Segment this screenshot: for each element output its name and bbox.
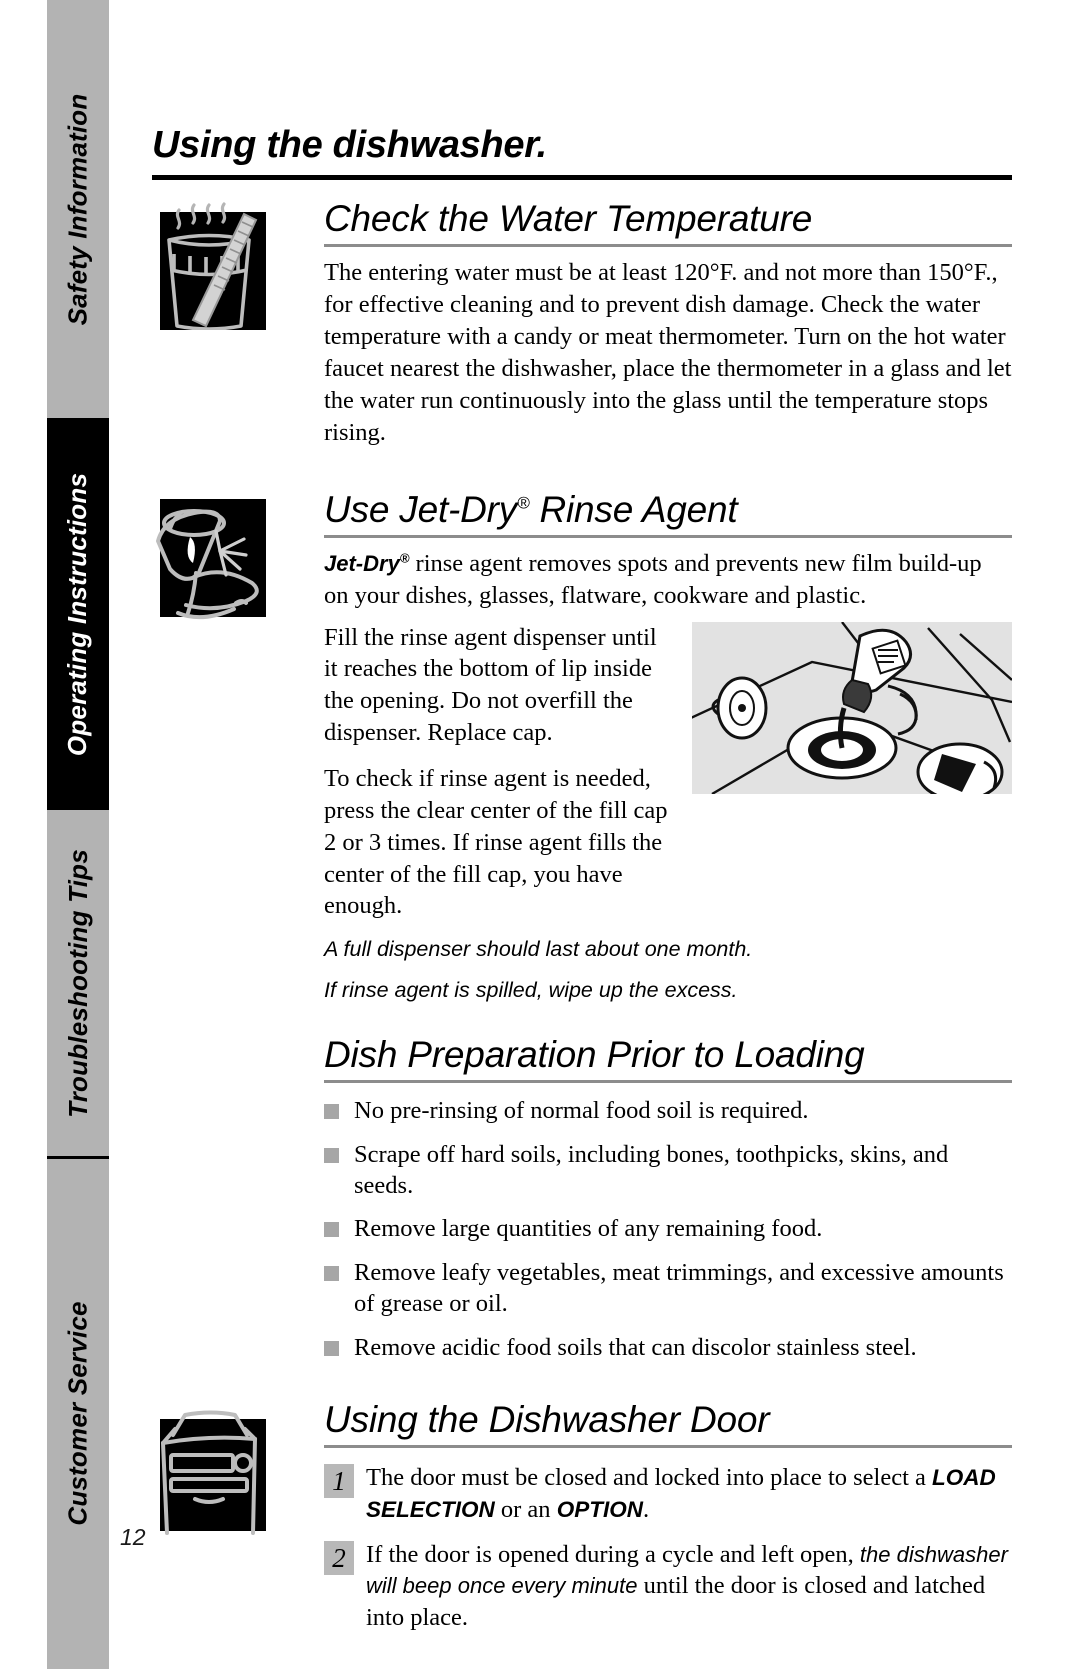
- sidebar-item-label: Operating Instructions: [62, 472, 93, 756]
- section-heading-block: Using the Dishwasher Door: [324, 1398, 1012, 1449]
- paragraph: The entering water must be at least 120°…: [324, 259, 1012, 446]
- list-item: Scrape off hard soils, including bones, …: [324, 1139, 1012, 1202]
- section-body: Jet-Dry® rinse agent removes spots and p…: [324, 548, 1012, 1004]
- note: A full dispenser should last about one m…: [324, 937, 753, 962]
- page-title: Using the dishwasher.: [152, 124, 547, 166]
- list-item: Remove leafy vegetables, meat trimmings,…: [324, 1257, 1012, 1320]
- step-number: 1: [324, 1464, 354, 1499]
- section-body: No pre-rinsing of normal food soil is re…: [324, 1095, 1012, 1363]
- section-check-water-temperature: Check the Water Temperature The entering…: [152, 198, 1012, 449]
- section-rule: [324, 244, 1012, 248]
- section-body: 1 The door must be closed and locked into…: [324, 1462, 1012, 1633]
- note: If rinse agent is spilled, wipe up the e…: [324, 978, 738, 1003]
- sidebar-divider: [47, 1156, 109, 1159]
- section-heading-pre: Use Jet-Dry: [324, 488, 518, 530]
- step-text-part: .: [642, 1495, 650, 1523]
- paragraph: To check if rinse agent is needed, press…: [324, 765, 668, 920]
- title-rule: [152, 175, 1012, 180]
- section-rule: [324, 1080, 1012, 1084]
- sidebar-item-safety-information[interactable]: Safety Information: [47, 0, 109, 418]
- sparkling-glass-icon: [152, 485, 266, 619]
- section-body: The entering water must be at least 120°…: [324, 257, 1012, 448]
- page-number: 12: [120, 1524, 146, 1550]
- page-content: Using the dishwasher. Check the Water Te…: [152, 0, 1012, 1633]
- paragraph-intro-text: rinse agent removes spots and prevents n…: [324, 549, 982, 609]
- section-use-jet-dry-rinse-agent: Use Jet-Dry® Rinse Agent Jet-Dry® rinse …: [152, 489, 1012, 1004]
- registered-mark-icon: ®: [517, 493, 530, 513]
- sidebar-item-troubleshooting-tips[interactable]: Troubleshooting Tips: [47, 810, 109, 1156]
- rinse-agent-dispenser-photo: [692, 621, 1012, 794]
- bullet-square-icon: [324, 1265, 339, 1281]
- section-heading: Dish Preparation Prior to Loading: [324, 1033, 865, 1075]
- bullet-square-icon: [324, 1104, 339, 1120]
- section-heading-block: Dish Preparation Prior to Loading: [324, 1033, 1012, 1084]
- dishwasher-door-icon: [152, 1399, 266, 1535]
- section-heading-block: Use Jet-Dry® Rinse Agent: [324, 489, 1012, 538]
- step-text-part: or an: [494, 1495, 557, 1523]
- section-rule: [324, 1445, 1012, 1449]
- step-emphasis: OPTION: [556, 1496, 643, 1522]
- list-item: Remove acidic food soils that can discol…: [324, 1332, 1012, 1363]
- sidebar-item-label: Safety Information: [62, 93, 93, 325]
- step-number: 2: [324, 1541, 354, 1576]
- bullet-square-icon: [324, 1147, 339, 1163]
- manual-page: Safety Information Operating Instruction…: [0, 0, 1080, 1669]
- paragraph-intro: Jet-Dry® rinse agent removes spots and p…: [324, 548, 1012, 612]
- dishwasher-door-steps: 1 The door must be closed and locked into…: [324, 1462, 1012, 1633]
- section-heading-block: Check the Water Temperature: [324, 198, 1012, 248]
- section-dish-preparation: Dish Preparation Prior to Loading No pre…: [152, 1034, 1012, 1363]
- bullet-square-icon: [324, 1222, 339, 1238]
- section-using-dishwasher-door: Using the Dishwasher Door 1 The door must…: [152, 1399, 1012, 1633]
- step-item: 1 The door must be closed and locked into…: [324, 1462, 1012, 1525]
- bullet-square-icon: [324, 1340, 339, 1356]
- brand-name: Jet-Dry: [324, 550, 400, 576]
- sidebar-item-label: Customer Service: [62, 1301, 93, 1526]
- section-rule: [324, 534, 1012, 538]
- paragraph: Fill the rinse agent dispenser until it …: [324, 623, 657, 747]
- glass-thermometer-icon: [152, 198, 266, 330]
- section-heading: Using the Dishwasher Door: [324, 1398, 770, 1440]
- section-heading-post: Rinse Agent: [529, 488, 738, 530]
- dish-preparation-list: No pre-rinsing of normal food soil is re…: [324, 1095, 1012, 1363]
- sidebar-item-customer-service[interactable]: Customer Service: [47, 1158, 109, 1669]
- section-heading: Check the Water Temperature: [324, 198, 813, 239]
- registered-mark-icon: ®: [399, 550, 410, 566]
- list-item: Remove large quantities of any remaining…: [324, 1213, 1012, 1244]
- list-item: No pre-rinsing of normal food soil is re…: [324, 1095, 1012, 1126]
- step-item: 2 If the door is opened during a cycle an…: [324, 1539, 1012, 1633]
- step-text-part: If the door is opened during a cycle and…: [366, 1541, 860, 1569]
- sidebar-item-label: Troubleshooting Tips: [62, 848, 93, 1118]
- sidebar-tab-rail: Safety Information Operating Instruction…: [47, 0, 109, 1669]
- step-text-part: The door must be closed and locked into …: [366, 1464, 933, 1492]
- sidebar-item-operating-instructions[interactable]: Operating Instructions: [47, 418, 109, 810]
- section-heading: Use Jet-Dry® Rinse Agent: [324, 489, 1012, 530]
